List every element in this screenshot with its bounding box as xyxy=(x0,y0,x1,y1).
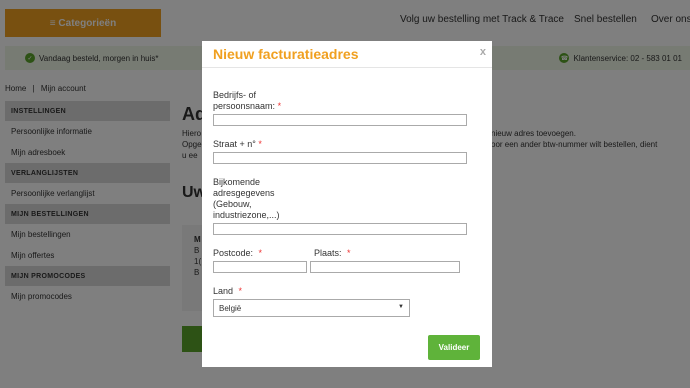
modal-title: Nieuw facturatieadres xyxy=(213,46,359,62)
country-select-value: België xyxy=(219,303,242,313)
street-label-text: Straat + n° xyxy=(213,139,256,149)
country-select[interactable]: België ▼ xyxy=(213,299,410,317)
validate-button[interactable]: Valideer xyxy=(428,335,480,360)
city-label: Plaats: * xyxy=(314,248,351,259)
close-icon[interactable]: x xyxy=(480,46,486,58)
chevron-down-icon: ▼ xyxy=(398,304,404,310)
required-mark: * xyxy=(258,248,263,258)
required-mark: * xyxy=(238,286,243,296)
extra-address-label: Bijkomende adresgegevens (Gebouw, indust… xyxy=(213,177,280,220)
country-label-text: Land xyxy=(213,286,234,296)
company-label: Bedrijfs- of persoonsnaam: * xyxy=(213,90,313,112)
street-input[interactable] xyxy=(213,152,467,164)
required-mark: * xyxy=(347,248,351,258)
modal-header: Nieuw facturatieadres x xyxy=(202,41,492,68)
company-input[interactable] xyxy=(213,114,467,126)
postcode-label: Postcode: * xyxy=(213,248,262,259)
company-label-text: Bedrijfs- of persoonsnaam: xyxy=(213,90,276,111)
postcode-input[interactable] xyxy=(213,261,307,273)
postcode-label-text: Postcode: xyxy=(213,248,254,258)
required-mark: * xyxy=(277,101,282,111)
country-label: Land * xyxy=(213,286,242,297)
city-label-text: Plaats: xyxy=(314,248,342,258)
extra-address-input[interactable] xyxy=(213,223,467,235)
street-label: Straat + n° * xyxy=(213,139,262,150)
city-input[interactable] xyxy=(310,261,460,273)
required-mark: * xyxy=(258,139,262,149)
billing-address-modal: Nieuw facturatieadres x Bedrijfs- of per… xyxy=(202,41,492,367)
